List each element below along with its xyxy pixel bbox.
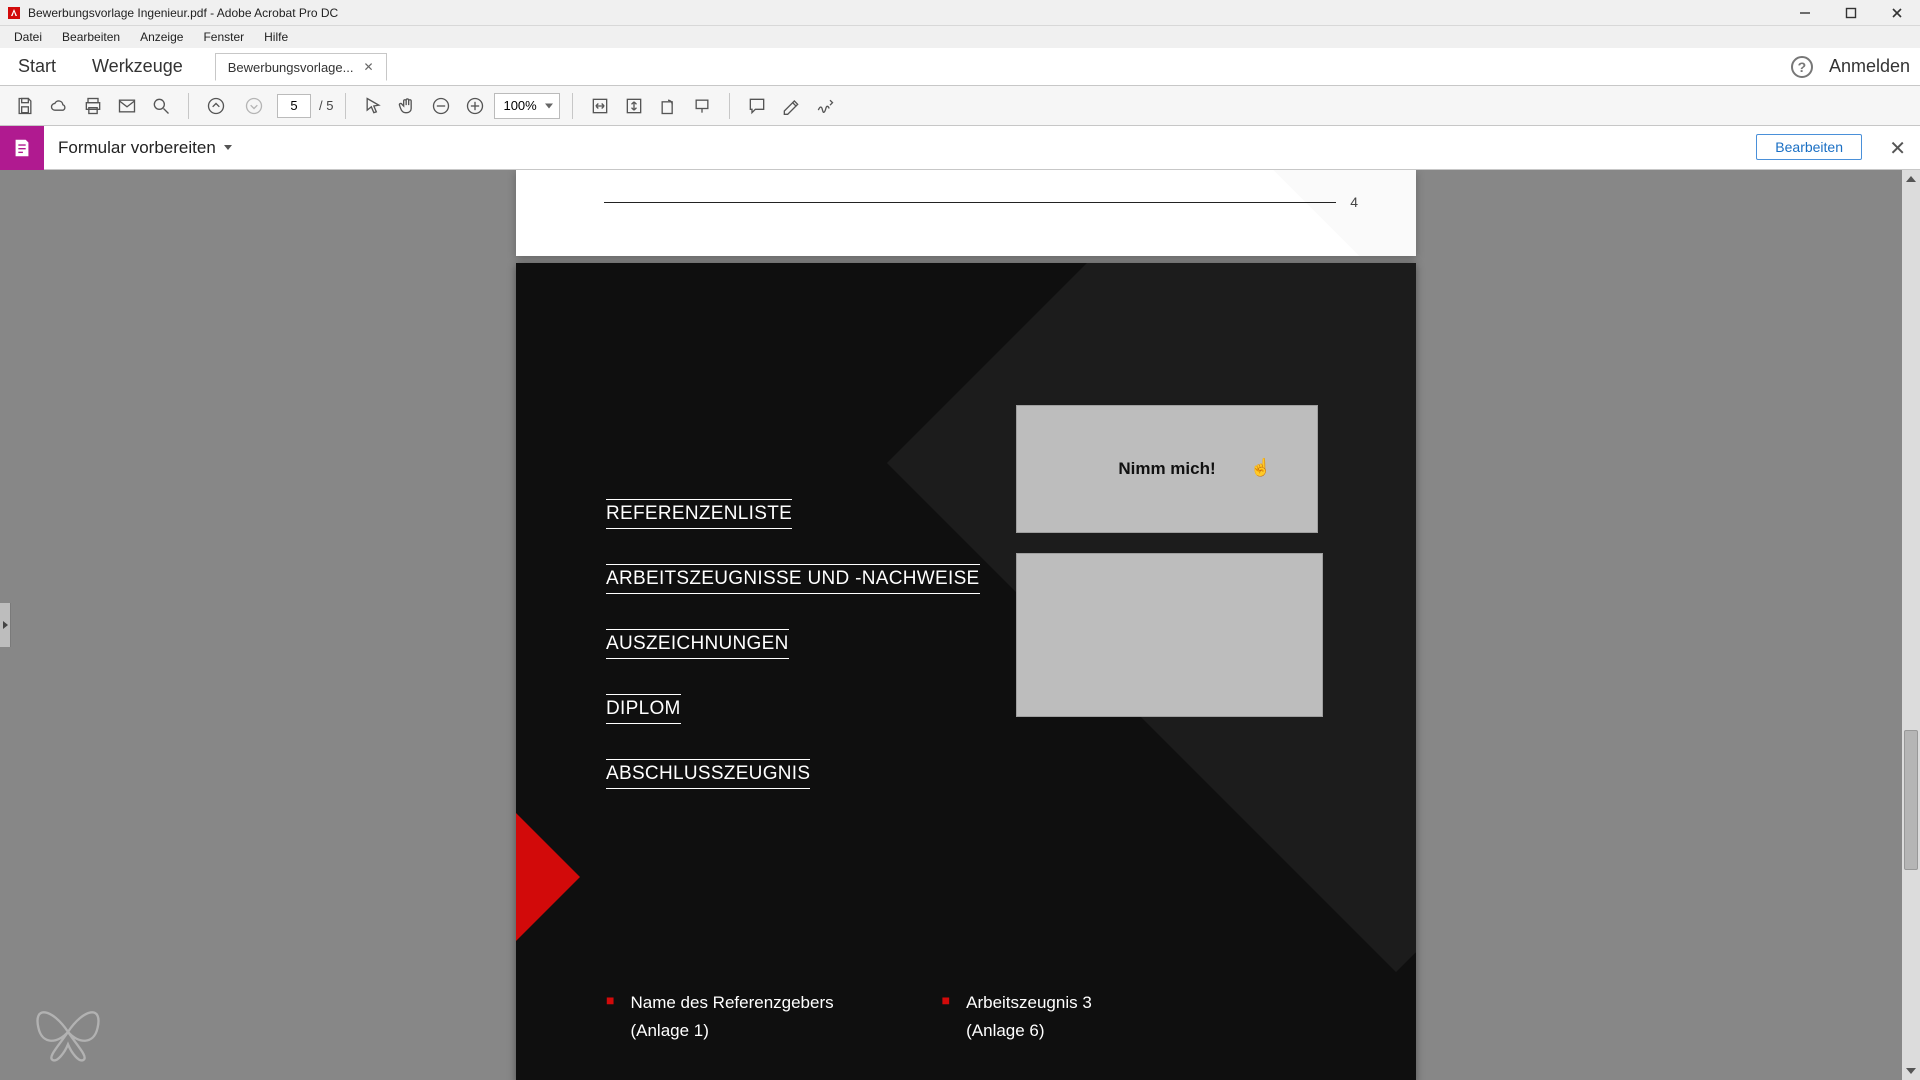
zoom-in-icon[interactable] [460, 91, 490, 121]
arrow-tool-icon[interactable] [358, 91, 388, 121]
page-down-icon [239, 91, 269, 121]
chevron-down-icon [224, 145, 232, 150]
scroll-up-icon[interactable] [1902, 170, 1920, 188]
window-minimize-button[interactable] [1782, 0, 1828, 26]
col2-line1: Arbeitszeugnis 3 [966, 989, 1092, 1017]
close-tool-icon[interactable]: ✕ [1889, 136, 1906, 161]
help-icon[interactable]: ? [1791, 56, 1813, 78]
tool-name-label: Formular vorbereiten [58, 138, 216, 158]
col2-line2: (Anlage 6) [966, 1017, 1092, 1045]
mail-icon[interactable] [112, 91, 142, 121]
page-total-label: / 5 [319, 98, 333, 113]
tag-icon[interactable] [687, 91, 717, 121]
document-viewport[interactable]: 4 REFERENZENLISTE ARBEITSZEUGNISSE UND -… [0, 170, 1920, 1080]
menu-datei[interactable]: Datei [4, 28, 52, 46]
page-up-icon[interactable] [201, 91, 231, 121]
attachment-headings-list: REFERENZENLISTE ARBEITSZEUGNISSE UND -NA… [606, 499, 980, 824]
heading-referenzenliste: REFERENZENLISTE [606, 499, 792, 529]
menu-bar: Datei Bearbeiten Anzeige Fenster Hilfe [0, 26, 1920, 48]
menu-anzeige[interactable]: Anzeige [130, 28, 193, 46]
cloud-icon[interactable] [44, 91, 74, 121]
page-corner-decoration [1216, 170, 1416, 256]
tab-start[interactable]: Start [0, 48, 74, 85]
comment-icon[interactable] [742, 91, 772, 121]
form-image-field-placeholder[interactable] [1016, 553, 1323, 717]
zoom-out-icon[interactable] [426, 91, 456, 121]
current-page[interactable]: REFERENZENLISTE ARBEITSZEUGNISSE UND -NA… [516, 263, 1416, 1080]
red-arrow-decoration [516, 811, 580, 943]
save-icon[interactable] [10, 91, 40, 121]
close-icon[interactable]: ✕ [363, 60, 373, 74]
bullet-icon: ■ [606, 989, 614, 1045]
window-maximize-button[interactable] [1828, 0, 1874, 26]
heading-abschlusszeugnis: ABSCHLUSSZEUGNIS [606, 759, 810, 789]
page-number-input[interactable] [277, 94, 311, 118]
zoom-level-value: 100% [503, 98, 536, 113]
window-title: Bewerbungsvorlage Ingenieur.pdf - Adobe … [28, 6, 338, 20]
bullet-icon: ■ [942, 989, 950, 1045]
main-toolbar: / 5 100% [0, 86, 1920, 126]
previous-page-number: 4 [1350, 194, 1358, 210]
document-tab-label: Bewerbungsvorlage... [228, 60, 354, 75]
col1-line2: (Anlage 1) [630, 1017, 833, 1045]
tab-werkzeuge[interactable]: Werkzeuge [74, 48, 201, 85]
vertical-scrollbar[interactable] [1902, 170, 1920, 1080]
scrollbar-thumb[interactable] [1904, 730, 1918, 870]
window-close-button[interactable] [1874, 0, 1920, 26]
window-titlebar: Bewerbungsvorlage Ingenieur.pdf - Adobe … [0, 0, 1920, 26]
sign-icon[interactable] [810, 91, 840, 121]
butterfly-watermark-icon [28, 993, 108, 1068]
hand-tool-icon[interactable] [392, 91, 422, 121]
prepare-form-tool-strip: Formular vorbereiten Bearbeiten ✕ [0, 126, 1920, 170]
fit-page-icon[interactable] [619, 91, 649, 121]
search-icon[interactable] [146, 91, 176, 121]
zoom-level-select[interactable]: 100% [494, 93, 559, 119]
fit-width-icon[interactable] [585, 91, 615, 121]
menu-bearbeiten[interactable]: Bearbeiten [52, 28, 130, 46]
previous-page-slice[interactable]: 4 [516, 170, 1416, 256]
highlight-icon[interactable] [776, 91, 806, 121]
print-icon[interactable] [78, 91, 108, 121]
heading-arbeitszeugnisse: ARBEITSZEUGNISSE UND -NACHWEISE [606, 564, 980, 594]
heading-auszeichnungen: AUSZEICHNUNGEN [606, 629, 789, 659]
tool-name-dropdown[interactable]: Formular vorbereiten [58, 138, 232, 158]
reference-columns: ■ Name des Referenzgebers (Anlage 1) ■ A… [606, 989, 1092, 1045]
col1-line1: Name des Referenzgebers [630, 989, 833, 1017]
divider-line [604, 202, 1336, 203]
prepare-form-icon[interactable] [0, 126, 44, 170]
scroll-down-icon[interactable] [1902, 1062, 1920, 1080]
tab-strip: Start Werkzeuge Bewerbungsvorlage... ✕ ?… [0, 48, 1920, 86]
acrobat-app-icon [6, 5, 22, 21]
menu-fenster[interactable]: Fenster [193, 28, 254, 46]
form-button-field-nimm-mich[interactable]: Nimm mich! [1016, 405, 1318, 533]
document-tab[interactable]: Bewerbungsvorlage... ✕ [215, 53, 387, 81]
menu-hilfe[interactable]: Hilfe [254, 28, 298, 46]
form-button-label: Nimm mich! [1118, 459, 1215, 479]
rotate-icon[interactable] [653, 91, 683, 121]
left-panel-reveal-handle[interactable] [0, 603, 11, 647]
edit-button[interactable]: Bearbeiten [1756, 134, 1862, 160]
heading-diplom: DIPLOM [606, 694, 681, 724]
sign-in-link[interactable]: Anmelden [1829, 56, 1910, 77]
